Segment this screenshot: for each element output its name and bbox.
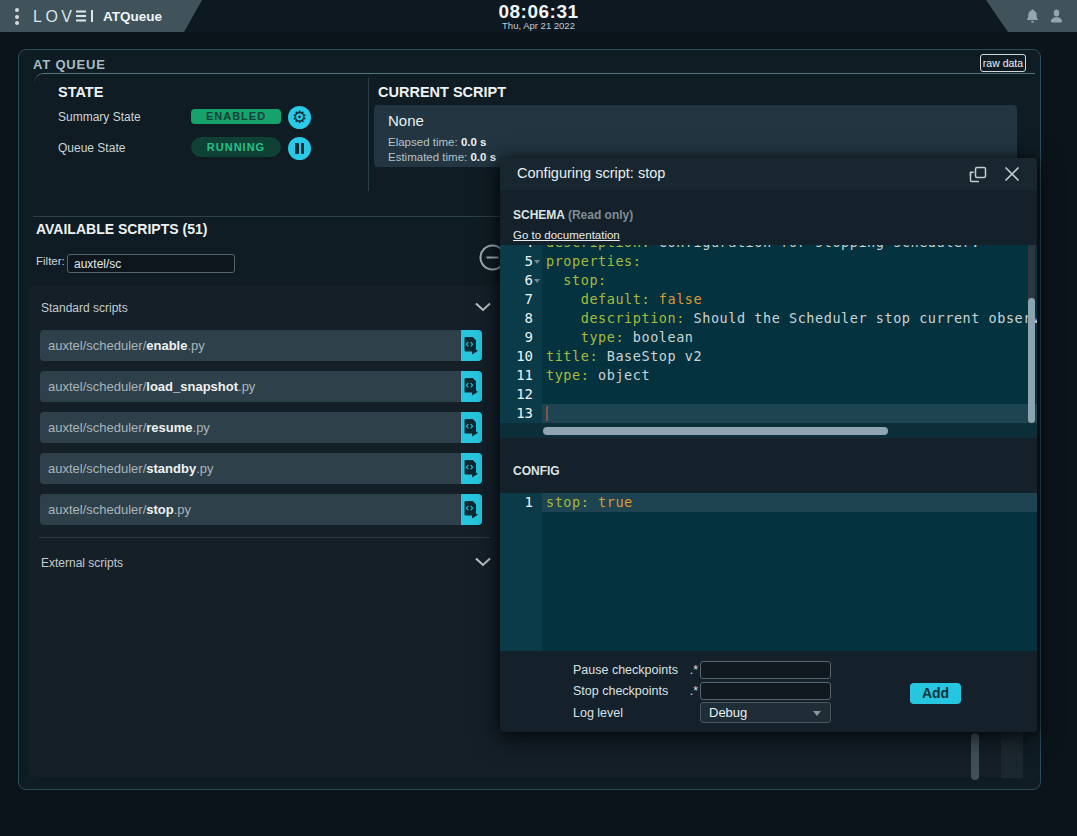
standard-scripts-accordion[interactable]: Standard scripts [41,301,491,315]
script-row: auxtel/scheduler/resume.py [40,412,482,443]
script-path: auxtel/scheduler/enable.py [48,338,205,353]
chevron-down-icon [475,556,491,568]
current-script-name: None [388,112,424,129]
code-line-9: 9 type: boolean [500,328,1037,347]
queue-state-label: Queue State [58,141,125,155]
code-line-4: 4description: Configuration for stopping… [500,245,1037,252]
launch-script-button[interactable] [461,330,482,361]
fold-caret-icon[interactable] [534,260,540,264]
configure-script-modal: Configuring script: stop SCHEMA (Read on… [500,158,1037,732]
column-divider [368,78,369,191]
script-launch-icon [464,418,479,437]
script-launch-icon [464,459,479,478]
code-line-8: 8 description: Should the Scheduler stop… [500,309,1037,328]
schema-vertical-scrollbar-thumb[interactable] [1028,298,1035,423]
clock-date: Thu, Apr 21 2022 [0,20,1077,31]
available-scripts-heading: AVAILABLE SCRIPTS (51) [36,221,207,237]
script-row: auxtel/scheduler/enable.py [40,330,482,361]
code-line-5: 5properties: [500,252,1037,271]
script-path: auxtel/scheduler/stop.py [48,502,191,517]
standard-scripts-list: auxtel/scheduler/enable.py auxtel/schedul… [40,330,482,535]
schema-horizontal-scrollbar-thumb[interactable] [543,427,888,435]
launch-script-button[interactable] [461,494,482,525]
current-script-heading: CURRENT SCRIPT [378,84,506,100]
panel-title: AT QUEUE [33,57,106,72]
filter-input[interactable] [67,254,235,273]
filter-label: Filter: [36,255,65,267]
settings-gear-button[interactable]: ⚙ [288,106,311,129]
group-divider [39,537,490,538]
modal-title: Configuring script: stop [517,165,665,181]
chevron-down-icon [475,301,491,313]
user-icon[interactable] [1048,8,1065,25]
gear-icon: ⚙ [292,107,307,127]
code-line-6: 6 stop: [500,271,1037,290]
stop-checkpoints-input[interactable] [700,682,831,700]
schema-code-editor[interactable]: 4description: Configuration for stopping… [500,245,1037,438]
estimated-time: Estimated time: 0.0 s [388,151,496,163]
config-code-editor[interactable]: 1stop: true [500,493,1037,651]
pause-checkpoints-label: Pause checkpoints.* [573,663,698,677]
config-heading: CONFIG [513,464,560,478]
script-launch-icon [464,377,479,396]
code-line-7: 7 default: false [500,290,1037,309]
add-button[interactable]: Add [910,683,961,704]
documentation-link[interactable]: Go to documentation [513,229,620,241]
panel-title-divider [34,73,1035,83]
launch-script-button[interactable] [461,412,482,443]
code-line-11: 11type: object [500,366,1037,385]
state-heading: STATE [58,84,103,100]
code-line-13: 13 [500,404,1037,423]
script-row: auxtel/scheduler/stop.py [40,494,482,525]
background-scrollbar-thumb[interactable] [971,733,979,780]
pause-queue-button[interactable] [288,137,311,160]
atqueue-app: LOV ATQueue 08:06:31 Thu, Apr 21 2022 AT… [0,0,1077,836]
code-line-1: 1stop: true [500,493,1037,512]
close-icon[interactable] [1004,166,1020,182]
schema-heading: SCHEMA (Read only) [513,208,633,222]
script-path: auxtel/scheduler/standby.py [48,461,213,476]
queue-state-badge: RUNNING [191,137,281,157]
stop-checkpoints-label: Stop checkpoints.* [573,684,698,698]
detach-window-icon[interactable] [969,166,987,183]
code-line-10: 10title: BaseStop v2 [500,347,1037,366]
elapsed-time: Elapsed time: 0.0 s [388,136,486,148]
script-row: auxtel/scheduler/standby.py [40,453,482,484]
summary-state-label: Summary State [58,110,141,124]
editor-gutter [500,493,542,651]
launch-script-button[interactable] [461,453,482,484]
code-line-12: 12 [500,385,1037,404]
external-scripts-accordion[interactable]: External scripts [41,556,491,570]
pause-checkpoints-input[interactable] [700,661,831,679]
log-level-label: Log level [573,706,698,720]
script-row: auxtel/scheduler/load_snapshot.py [40,371,482,402]
pause-icon [295,143,299,154]
script-path: auxtel/scheduler/load_snapshot.py [48,379,255,394]
summary-state-badge: ENABLED [191,109,281,124]
select-arrow-icon [813,711,821,716]
launch-script-button[interactable] [461,371,482,402]
top-navigation-bar: LOV ATQueue 08:06:31 Thu, Apr 21 2022 [0,0,1077,32]
raw-data-button[interactable]: raw data [980,54,1026,72]
script-path: auxtel/scheduler/resume.py [48,420,210,435]
fold-caret-icon[interactable] [534,279,540,283]
notification-bell-icon[interactable] [1024,8,1041,25]
log-level-select[interactable]: Debug [700,702,831,723]
script-launch-icon [464,336,479,355]
script-launch-icon [464,500,479,519]
